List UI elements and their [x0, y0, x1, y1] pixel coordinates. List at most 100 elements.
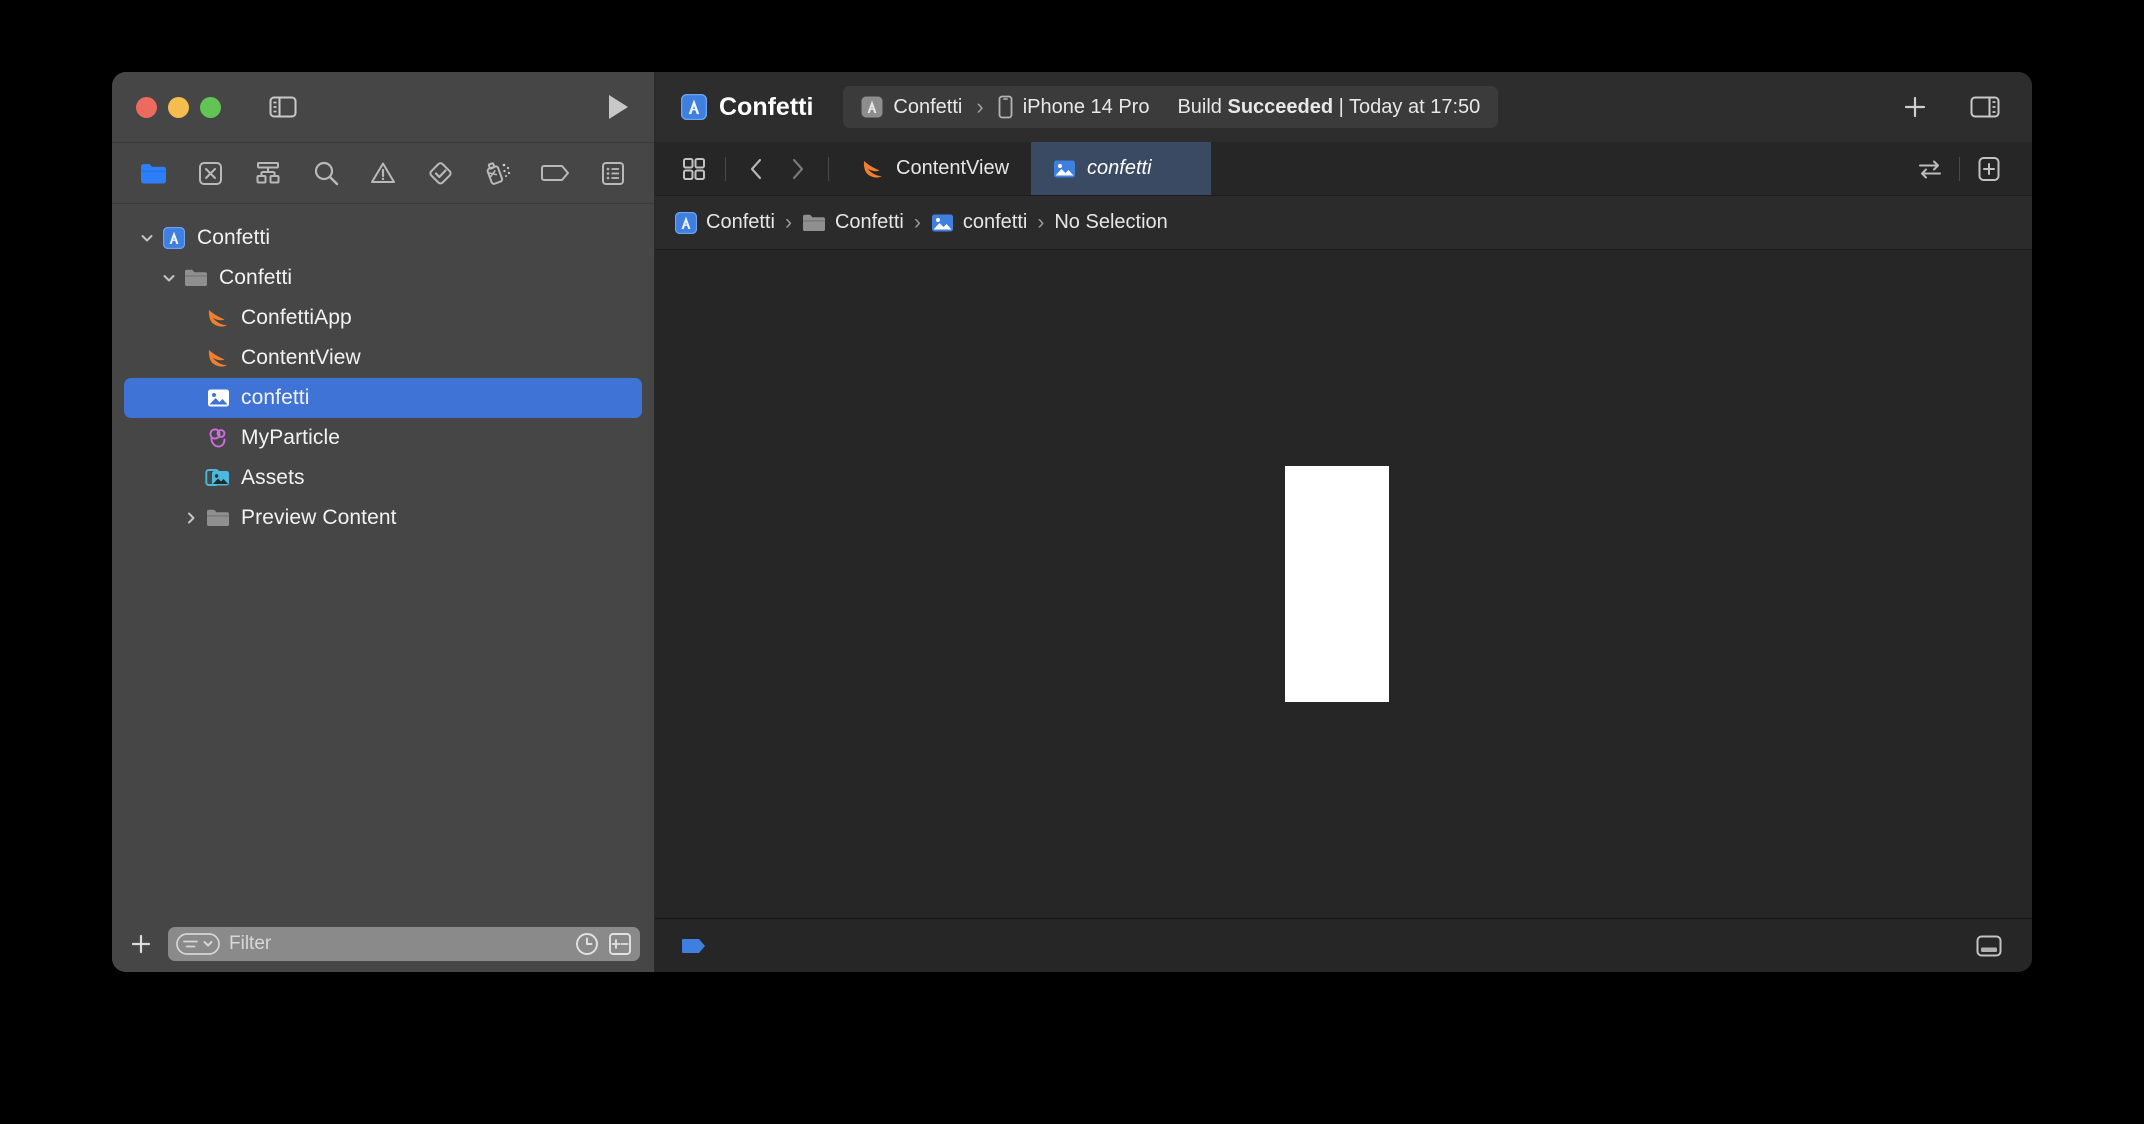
destination-name: iPhone 14 Pro [1022, 95, 1150, 118]
chevron-right-icon[interactable] [178, 510, 204, 526]
add-button[interactable] [1896, 89, 1934, 125]
tree-item-myparticle[interactable]: MyParticle [124, 418, 642, 458]
tree-item-confettiapp[interactable]: ConfettiApp [124, 298, 642, 338]
issue-navigator-icon[interactable] [364, 155, 402, 191]
folder-icon [802, 213, 826, 233]
chevron-down-icon[interactable] [134, 230, 160, 246]
app-project-icon [681, 94, 707, 120]
editor-tab-confetti[interactable]: confetti [1031, 142, 1212, 195]
plus-minus-icon[interactable] [608, 932, 632, 956]
add-file-button[interactable] [124, 927, 158, 961]
scheme-and-destination-selector[interactable]: Confetti › iPhone 14 Pro Build Succeeded… [843, 86, 1499, 128]
chevron-right-icon[interactable] [778, 150, 816, 188]
breadcrumb-item-folder[interactable]: Confetti [802, 211, 904, 234]
asset-image-preview[interactable] [1284, 466, 1389, 702]
titlebar-right-controls [1896, 89, 2010, 125]
bottom-panel-icon[interactable] [1970, 927, 2008, 965]
status-suffix: | Today at 17:50 [1333, 95, 1481, 118]
particle-file-icon [204, 426, 232, 450]
statusbar-right-controls [1970, 927, 2008, 965]
breakpoint-navigator-icon[interactable] [537, 155, 575, 191]
breadcrumb-label: confetti [962, 211, 1028, 233]
chevron-down-icon[interactable] [156, 270, 182, 286]
breadcrumb-separator: › [1037, 210, 1045, 234]
tree-item-contentview[interactable]: ContentView [124, 338, 642, 378]
editor-tab-label: confetti [1087, 157, 1152, 179]
clock-icon[interactable] [575, 932, 599, 956]
run-button[interactable] [600, 91, 636, 123]
project-title: Confetti [681, 93, 813, 122]
status-prefix: Build [1177, 95, 1228, 118]
report-navigator-icon[interactable] [594, 155, 632, 191]
navigator-titlebar [112, 72, 654, 142]
slicing-tag-icon[interactable] [677, 927, 715, 965]
breadcrumb-item-project[interactable]: Confetti [675, 211, 775, 234]
build-status: Build Succeeded | Today at 17:50 [1177, 96, 1480, 119]
editor-tab-bar: ContentView confetti [655, 142, 2032, 196]
find-navigator-icon[interactable] [307, 155, 345, 191]
breadcrumb-item-file[interactable]: confetti [931, 211, 1027, 234]
tabbar-divider [725, 156, 726, 181]
chevron-left-icon[interactable] [738, 150, 776, 188]
sidebar-right-icon[interactable] [1966, 89, 2004, 125]
editor-area: Confetti Confetti › iPhone 14 Pro Build … [655, 72, 2032, 972]
tree-item-confetti-image[interactable]: confetti [124, 378, 642, 418]
hierarchy-navigator-icon[interactable] [249, 155, 287, 191]
tree-item-label: Assets [241, 466, 305, 489]
breadcrumb: Confetti › Confetti › confetti › No Sele… [655, 196, 2032, 250]
navigator-toolbar [112, 142, 654, 204]
tree-item-assets[interactable]: Assets [124, 458, 642, 498]
breadcrumb-label: No Selection [1054, 211, 1168, 233]
editor-tab-contentview[interactable]: ContentView [839, 142, 1031, 195]
tabbar-navigation-controls [655, 142, 839, 195]
tree-item-confetti-folder[interactable]: Confetti [124, 258, 642, 298]
filter-scope-icon[interactable] [176, 933, 220, 955]
image-file-icon [931, 213, 954, 233]
traffic-lights [136, 96, 221, 118]
maximize-window-button[interactable] [200, 96, 221, 118]
minimize-window-button[interactable] [168, 96, 189, 118]
editor-tab-label: ContentView [896, 157, 1010, 179]
folder-icon [182, 268, 210, 288]
xcode-window: Confetti Confetti ConfettiApp ContentVie… [112, 72, 2032, 972]
asset-preview-canvas[interactable] [655, 250, 2032, 918]
scheme-separator: › [976, 94, 984, 119]
tree-item-preview-content[interactable]: Preview Content [124, 498, 642, 538]
editor-titlebar: Confetti Confetti › iPhone 14 Pro Build … [655, 72, 2032, 142]
sidebar-left-icon[interactable] [267, 91, 299, 123]
navigator-filter-bar: Filter [112, 916, 654, 972]
app-project-icon [160, 227, 188, 249]
debug-navigator-icon[interactable] [479, 155, 517, 191]
filter-placeholder: Filter [229, 933, 272, 954]
tree-item-label: Confetti [219, 266, 293, 289]
swift-file-icon [204, 347, 232, 369]
tabbar-divider [1959, 156, 1960, 181]
project-navigator-icon[interactable] [134, 155, 172, 191]
tree-item-label: confetti [241, 386, 310, 409]
source-control-navigator-icon[interactable] [192, 155, 230, 191]
tree-item-confetti-project[interactable]: Confetti [124, 218, 642, 258]
close-window-button[interactable] [136, 96, 157, 118]
filter-input[interactable]: Filter [168, 927, 640, 961]
breadcrumb-label: Confetti [706, 211, 775, 233]
breadcrumb-item-selection[interactable]: No Selection [1054, 211, 1167, 234]
swap-arrows-icon[interactable] [1911, 150, 1949, 188]
tab-overview-icon[interactable] [675, 150, 713, 188]
tree-item-label: MyParticle [241, 426, 341, 449]
breadcrumb-label: Confetti [834, 211, 904, 233]
scheme-name: Confetti [893, 95, 963, 118]
iphone-icon [998, 95, 1013, 119]
status-badge: Succeeded [1227, 95, 1334, 118]
tree-item-label: ConfettiApp [241, 306, 352, 329]
app-project-icon [675, 211, 697, 234]
tabbar-right-controls [1911, 142, 2032, 195]
add-editor-icon[interactable] [1970, 150, 2008, 188]
project-file-tree: Confetti Confetti ConfettiApp ContentVie… [112, 204, 654, 916]
test-navigator-icon[interactable] [422, 155, 460, 191]
tree-item-label: ContentView [241, 346, 361, 369]
editor-status-bar [655, 918, 2032, 972]
page-title: Confetti [719, 92, 814, 121]
folder-icon [204, 508, 232, 528]
app-project-icon [861, 96, 883, 118]
tabbar-divider [828, 156, 829, 181]
